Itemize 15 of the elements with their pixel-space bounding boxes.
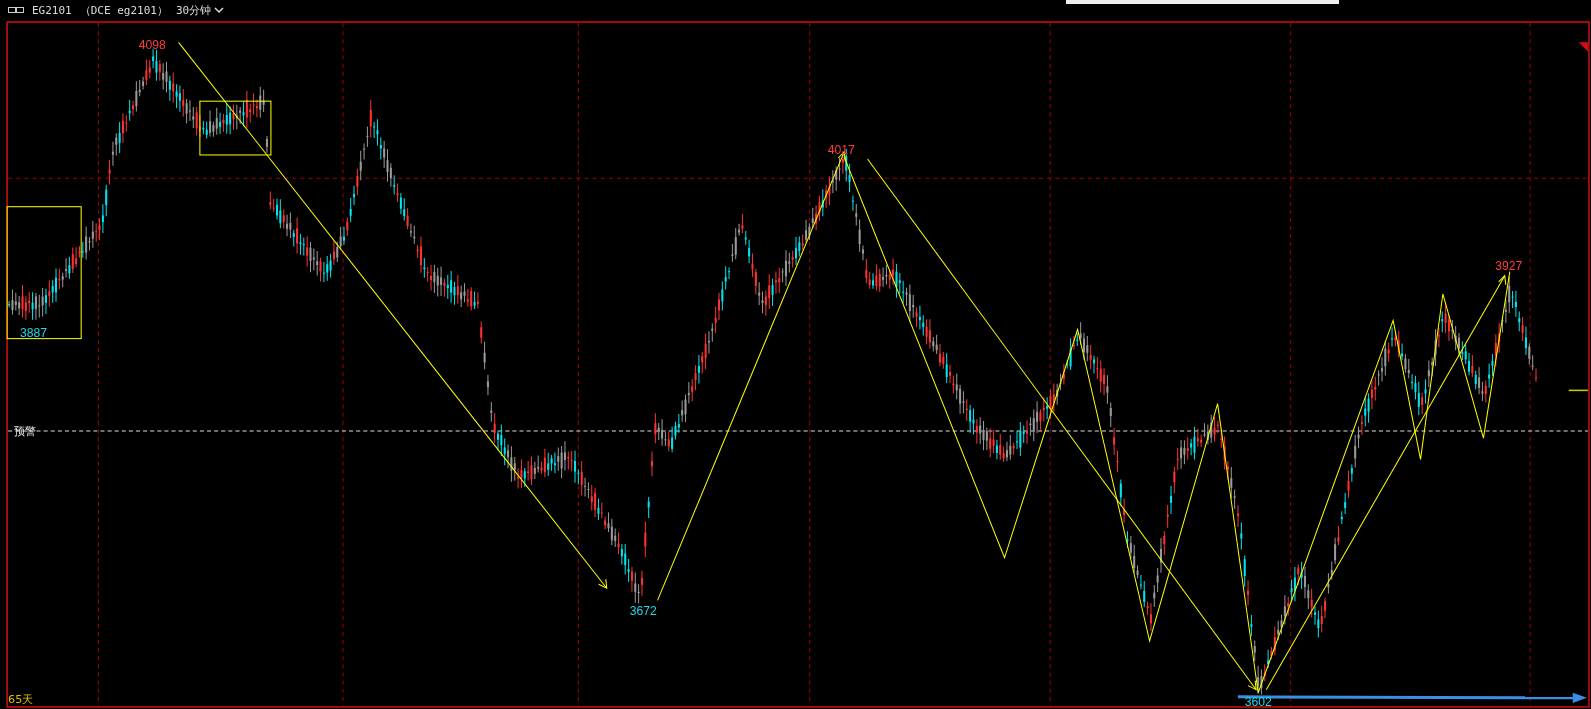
price-label: 3602 — [1244, 694, 1272, 709]
price-label: 3672 — [629, 603, 657, 618]
price-label: 4017 — [827, 142, 855, 157]
period-dropdown[interactable]: 30分钟 — [176, 2, 225, 18]
corner-marker — [1578, 42, 1588, 52]
link-icon — [8, 6, 24, 14]
price-label: 4098 — [138, 38, 166, 53]
price-label: 3887 — [19, 325, 47, 340]
contract-name: （DCE eg2101） — [79, 2, 168, 18]
price-marker — [1567, 389, 1589, 392]
alert-label: 预警 — [14, 425, 37, 438]
chevron-down-icon — [214, 6, 225, 14]
day-count: 65天 — [8, 692, 34, 706]
price-label: 3927 — [1495, 258, 1523, 273]
symbol-name: EG2101 — [32, 3, 72, 17]
